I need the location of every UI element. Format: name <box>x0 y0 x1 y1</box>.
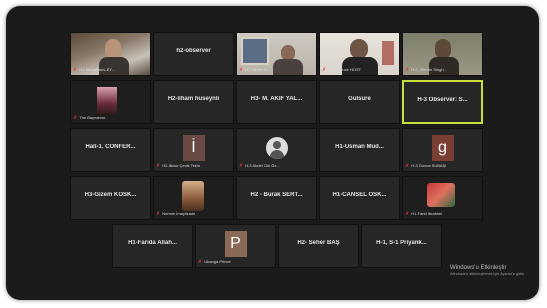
participant-name-footer: ✗ H-3 Abdel Gül Öz... <box>239 163 280 169</box>
participant-tile[interactable]: Hall-1. CONFER... <box>70 128 151 172</box>
participant-tile[interactable]: H3- M. AKİF YAL... <box>236 80 317 124</box>
mic-muted-icon: ✗ <box>322 67 327 73</box>
participant-name-footer: ✗ Conference HOST <box>322 67 362 73</box>
participant-name: H2- Seher BAŞ <box>297 240 340 246</box>
video-conference-grid: ✗ H1-Mozaffarov-EY... h2-observer ✗ H2-Nil… <box>6 6 539 300</box>
windows-activation-watermark: Windows'u Etkinleştir Windows'u etkinleş… <box>450 265 525 276</box>
initial-avatar: İ <box>182 135 205 161</box>
participant-name-footer: ✗ H1-Farid İbrahimi <box>405 211 443 217</box>
participant-tile[interactable]: ✗ The Baynamor <box>70 80 151 124</box>
participant-row: ✗ The Baynamor H2-ilham huseynli H3- M. A… <box>70 80 490 124</box>
participant-name: H1-Usman Mud... <box>335 144 384 150</box>
default-user-icon <box>265 137 288 159</box>
mic-muted-icon: ✗ <box>239 163 244 169</box>
mic-muted-icon: ✗ <box>156 163 161 169</box>
participant-row: H3-Gizem KÖSK... ✗ Nermin İmaylizade H2 -… <box>70 176 490 220</box>
participant-name: Hall-1. CONFER... <box>85 144 136 150</box>
participant-tile[interactable]: H2- Seher BAŞ <box>278 224 359 268</box>
mic-muted-icon: ✗ <box>405 67 410 73</box>
participant-name-footer: ✗ Nermin İmaylizade <box>156 211 196 217</box>
participant-tile[interactable]: H1-CANSEL OSK... <box>319 176 400 220</box>
watermark-subtitle: Windows'u etkinleştirmek için Ayarlar'a … <box>449 272 525 276</box>
participant-name-footer: ✗ H1-Mozaffarov-EY... <box>73 67 115 73</box>
participant-tile[interactable]: İ ✗ H2-İlknur Çevik Tekin <box>153 128 234 172</box>
participant-tile[interactable]: H1-Farida Allah... <box>112 224 193 268</box>
participant-tile[interactable]: H2 - Burak SERT... <box>236 176 317 220</box>
participant-tile[interactable]: h2-observer <box>153 32 234 76</box>
participant-tile[interactable]: ✗ Conference HOST <box>319 32 400 76</box>
mic-muted-icon: ✗ <box>198 259 203 265</box>
participant-name: H-3 Observer: S... <box>417 97 468 103</box>
initial-avatar: g <box>431 135 454 161</box>
mic-muted-icon: ✗ <box>73 115 78 121</box>
mic-muted-icon: ✗ <box>73 67 78 73</box>
participant-tile[interactable]: Gulsure <box>319 80 400 124</box>
participant-tile[interactable]: H3-Gizem KÖSK... <box>70 176 151 220</box>
participant-row: ✗ H1-Mozaffarov-EY... h2-observer ✗ H2-Nil… <box>70 32 490 76</box>
participant-tile[interactable]: ✗ H2-Nilüfer Er... <box>236 32 317 76</box>
participant-tile[interactable]: P ✗ Ubaoga Prince <box>195 224 276 268</box>
participant-tile[interactable]: ✗ H1-Mozaffarov-EY... <box>70 32 151 76</box>
participant-name-footer: ✗ The Baynamor <box>73 115 106 121</box>
participant-tile[interactable]: H1-Usman Mud... <box>319 128 400 172</box>
participant-tile[interactable]: ✗ H-2_Vikram Singh... <box>402 32 483 76</box>
watermark-title: Windows'u Etkinleştir <box>449 265 507 271</box>
mic-muted-icon: ✗ <box>239 67 244 73</box>
participant-row: H1-Farida Allah... P ✗ Ubaoga Prince H2- … <box>112 224 452 268</box>
participant-tile[interactable]: ✗ H1-Farid İbrahimi <box>402 176 483 220</box>
participant-name: H2 - Burak SERT... <box>250 192 303 198</box>
participant-name: h2-observer <box>176 48 211 54</box>
participant-name-footer: ✗ H2-Nilüfer Er... <box>239 67 272 73</box>
participant-name-footer: ✗ H-3 Gonca SUBAŞI <box>405 163 447 169</box>
participant-name: H3-Gizem KÖSK... <box>84 192 137 198</box>
participant-row: Hall-1. CONFER... İ ✗ H2-İlknur Çevik Tek… <box>70 128 490 172</box>
participant-tile[interactable]: g ✗ H-3 Gonca SUBAŞI <box>402 128 483 172</box>
participant-name-footer: ✗ Ubaoga Prince <box>198 259 231 265</box>
participant-tile[interactable]: H2-ilham huseynli <box>153 80 234 124</box>
participant-tile[interactable]: ✗ H-3 Abdel Gül Öz... <box>236 128 317 172</box>
participant-name: H1-Farida Allah... <box>128 240 177 246</box>
mic-muted-icon: ✗ <box>405 211 410 217</box>
active-speaker-tile[interactable]: H-3 Observer: S... <box>402 80 483 124</box>
participant-tile[interactable]: H-1, S-1 Priyank... <box>361 224 442 268</box>
mic-muted-icon: ✗ <box>405 163 410 169</box>
participant-name: H-1, S-1 Priyank... <box>376 240 427 246</box>
participant-name: H2-ilham huseynli <box>167 96 220 102</box>
participant-name-footer: ✗ H-2_Vikram Singh... <box>405 67 447 73</box>
mic-muted-icon: ✗ <box>156 211 161 217</box>
participant-tile[interactable]: ✗ Nermin İmaylizade <box>153 176 234 220</box>
participant-name-footer: ✗ H2-İlknur Çevik Tekin <box>156 163 200 169</box>
participant-name: Gulsure <box>348 96 371 102</box>
initial-avatar: P <box>224 231 247 257</box>
participant-name: H1-CANSEL OSK... <box>332 192 387 198</box>
participant-name: H3- M. AKİF YAL... <box>250 96 303 102</box>
